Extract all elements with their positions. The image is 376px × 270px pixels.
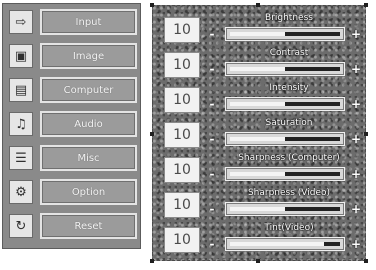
sharpness-video-label: Sharpness (Video) <box>247 188 331 198</box>
tint-video-slider[interactable] <box>225 237 345 251</box>
resize-handle-top-left[interactable] <box>150 3 154 7</box>
adjustment-panel: 10 Brightness - + 10 Contrast - + 10 Int… <box>150 3 368 263</box>
contrast-increase-button[interactable]: + <box>351 62 361 76</box>
menu-item-reset[interactable]: ↻ Reset <box>7 212 138 241</box>
intensity-slider-fill <box>230 102 285 106</box>
sharpness-video-slider[interactable] <box>225 202 345 216</box>
brightness-increase-button[interactable]: + <box>351 27 361 41</box>
menu-item-image[interactable]: ▣ Image <box>7 42 138 71</box>
resize-handle-bottom-left[interactable] <box>150 259 154 263</box>
sharpness-computer-slider[interactable] <box>225 167 345 181</box>
audio-icon: ♫ <box>9 112 33 136</box>
brightness-label: Brightness <box>265 13 313 23</box>
sharpness-computer-decrease-button[interactable]: - <box>207 167 217 181</box>
brightness-slider-fill <box>230 32 285 36</box>
contrast-slider-fill <box>230 67 285 71</box>
intensity-increase-button[interactable]: + <box>351 97 361 111</box>
tint-video-label: Tint(Video) <box>264 223 314 233</box>
menu-item-misc[interactable]: ☰ Misc <box>7 144 138 173</box>
computer-button[interactable]: Computer <box>40 77 137 103</box>
sharpness-computer-label: Sharpness (Computer) <box>238 153 340 163</box>
contrast-decrease-button[interactable]: - <box>207 62 217 76</box>
menu-item-computer[interactable]: ▤ Computer <box>7 76 138 105</box>
intensity-decrease-button[interactable]: - <box>207 97 217 111</box>
reset-icon: ↻ <box>9 214 33 238</box>
saturation-slider-fill <box>230 137 285 141</box>
saturation-increase-button[interactable]: + <box>351 132 361 146</box>
contrast-slider[interactable] <box>225 62 345 76</box>
slider-row-sharpness-computer: 10 Sharpness (Computer) - + <box>153 153 367 187</box>
slider-row-tint-video: 10 Tint(Video) - + <box>153 223 367 257</box>
sharpness-computer-increase-button[interactable]: + <box>351 167 361 181</box>
audio-button[interactable]: Audio <box>40 111 137 137</box>
tint-video-value: 10 <box>164 227 200 253</box>
input-button[interactable]: Input <box>40 9 137 35</box>
slider-row-saturation: 10 Saturation - + <box>153 118 367 152</box>
sharpness-video-value: 10 <box>164 192 200 218</box>
image-button[interactable]: Image <box>40 43 137 69</box>
saturation-label: Saturation <box>265 118 313 128</box>
misc-icon: ☰ <box>9 146 33 170</box>
menu-item-input[interactable]: ⇨ Input <box>7 8 138 37</box>
sharpness-video-slider-fill <box>230 207 285 211</box>
saturation-decrease-button[interactable]: - <box>207 132 217 146</box>
menu-item-audio[interactable]: ♫ Audio <box>7 110 138 139</box>
intensity-slider[interactable] <box>225 97 345 111</box>
intensity-value: 10 <box>164 87 200 113</box>
slider-row-intensity: 10 Intensity - + <box>153 83 367 117</box>
sharpness-video-decrease-button[interactable]: - <box>207 202 217 216</box>
slider-row-sharpness-video: 10 Sharpness (Video) - + <box>153 188 367 222</box>
tint-video-increase-button[interactable]: + <box>351 237 361 251</box>
option-button[interactable]: Option <box>40 179 137 205</box>
contrast-label: Contrast <box>269 48 309 58</box>
reset-button[interactable]: Reset <box>40 213 137 239</box>
brightness-value: 10 <box>164 17 200 43</box>
brightness-slider[interactable] <box>225 27 345 41</box>
resize-handle-bottom-right[interactable] <box>364 259 368 263</box>
brightness-decrease-button[interactable]: - <box>207 27 217 41</box>
contrast-value: 10 <box>164 52 200 78</box>
saturation-value: 10 <box>164 122 200 148</box>
intensity-label: Intensity <box>269 83 309 93</box>
tint-video-decrease-button[interactable]: - <box>207 237 217 251</box>
menu-item-option[interactable]: ⚙ Option <box>7 178 138 207</box>
menu-panel: ⇨ Input ▣ Image ▤ Computer ♫ Audio ☰ Mis… <box>2 3 141 249</box>
misc-button[interactable]: Misc <box>40 145 137 171</box>
slider-row-contrast: 10 Contrast - + <box>153 48 367 82</box>
computer-icon: ▤ <box>9 78 33 102</box>
input-source-icon: ⇨ <box>9 10 33 34</box>
slider-row-brightness: 10 Brightness - + <box>153 13 367 47</box>
sharpness-computer-slider-fill <box>230 172 285 176</box>
saturation-slider[interactable] <box>225 132 345 146</box>
resize-handle-bottom[interactable] <box>256 259 260 263</box>
sharpness-video-increase-button[interactable]: + <box>351 202 361 216</box>
tint-video-slider-fill <box>230 242 324 246</box>
image-icon: ▣ <box>9 44 33 68</box>
resize-handle-top[interactable] <box>256 3 260 7</box>
sharpness-computer-value: 10 <box>164 157 200 183</box>
resize-handle-top-right[interactable] <box>364 3 368 7</box>
option-icon: ⚙ <box>9 180 33 204</box>
